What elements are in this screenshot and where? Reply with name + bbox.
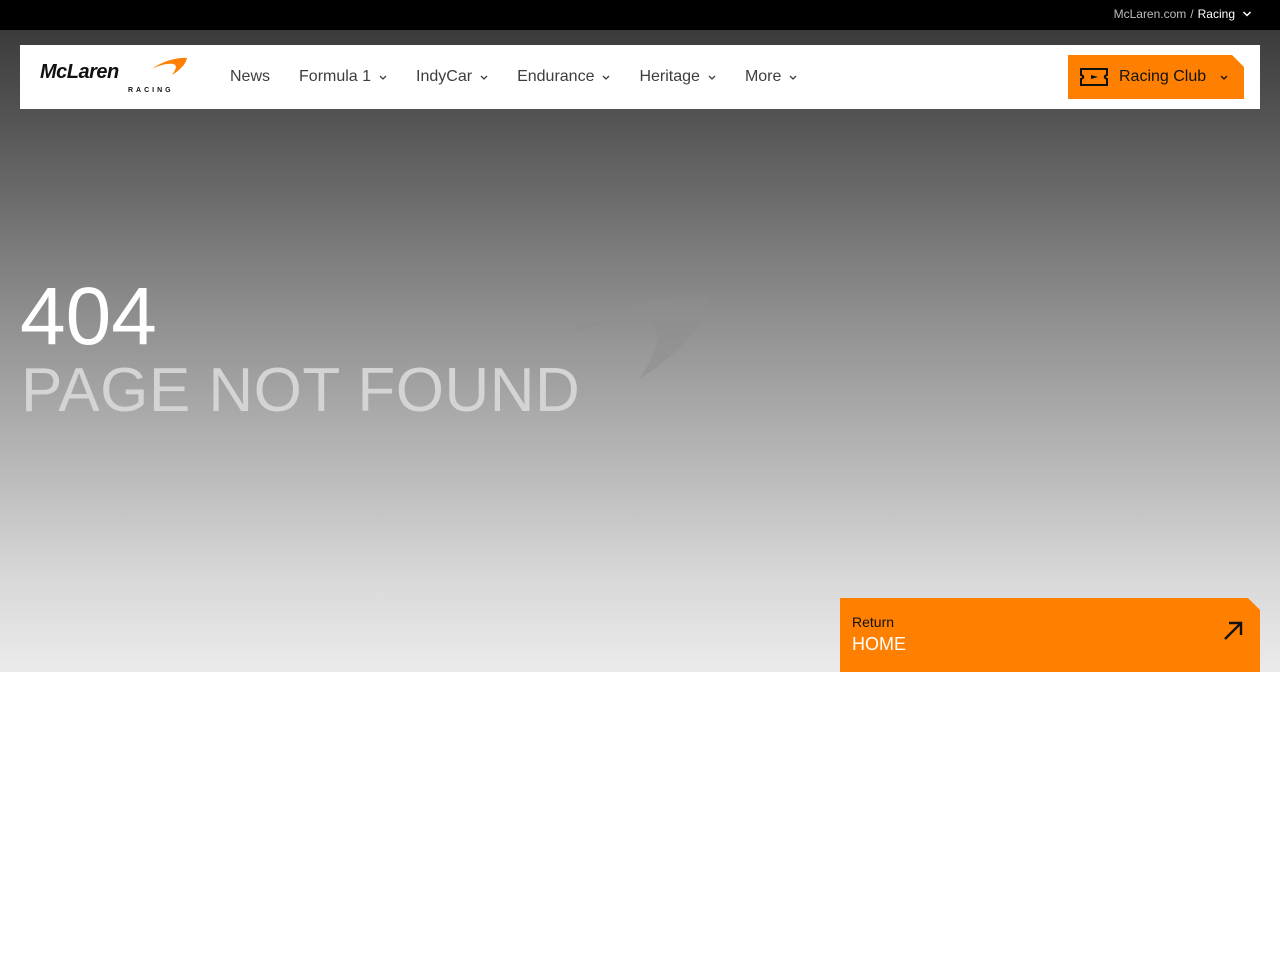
nav-item-label: Endurance: [517, 68, 595, 85]
nav-item-more[interactable]: More: [745, 68, 797, 86]
main-navigation: McLaren RACING News Formula 1 IndyCar En…: [20, 45, 1260, 109]
speedmark-icon: [152, 57, 187, 75]
logo-subtitle: RACING: [128, 87, 174, 94]
home-label: HOME: [852, 634, 906, 654]
mclaren-speedmark-icon: [566, 297, 708, 380]
nav-item-label: More: [744, 68, 782, 85]
nav-item-indycar[interactable]: IndyCar: [416, 68, 488, 86]
chevron-down-icon: [379, 75, 387, 80]
nav-item-formula-1[interactable]: Formula 1: [299, 68, 387, 86]
chevron-down-icon: [789, 75, 797, 80]
mclaren-logo[interactable]: McLaren RACING: [40, 57, 190, 99]
logo-wordmark: McLaren: [40, 61, 119, 83]
error-message: PAGE NOT FOUND: [21, 356, 581, 425]
chevron-down-icon: [603, 75, 610, 80]
chevron-down-icon: [708, 75, 716, 80]
chevron-down-icon: [480, 75, 488, 80]
return-home-button[interactable]: Return HOME: [840, 598, 1260, 672]
hero-section: 404 PAGE NOT FOUND: [0, 30, 1280, 672]
site-switcher[interactable]: McLaren.com / Racing: [1114, 7, 1252, 21]
nav-item-label: IndyCar: [416, 68, 473, 85]
nav-item-news[interactable]: News: [230, 68, 270, 86]
return-label: Return: [852, 614, 895, 630]
site-link[interactable]: McLaren.com: [1114, 7, 1187, 21]
top-bar: McLaren.com / Racing: [0, 0, 1280, 30]
nav-item-label: Formula 1: [299, 68, 372, 85]
arrow-up-right-icon: [1222, 620, 1244, 642]
nav-item-endurance[interactable]: Endurance: [517, 68, 610, 86]
nav-item-heritage[interactable]: Heritage: [639, 68, 716, 86]
nav-item-label: Heritage: [639, 68, 700, 85]
chevron-down-icon: [1220, 73, 1228, 81]
nav-item-label: News: [230, 68, 271, 85]
chevron-down-icon[interactable]: [1242, 9, 1252, 19]
current-site[interactable]: Racing: [1198, 7, 1235, 21]
racing-club-button[interactable]: Racing Club: [1068, 55, 1244, 99]
racing-club-label: Racing Club: [1119, 68, 1207, 85]
error-code: 404: [20, 271, 157, 362]
nav-menu: News Formula 1 IndyCar Endurance Heritag…: [230, 45, 826, 109]
ticket-icon: [1079, 66, 1109, 88]
breadcrumb-separator: /: [1190, 7, 1194, 21]
